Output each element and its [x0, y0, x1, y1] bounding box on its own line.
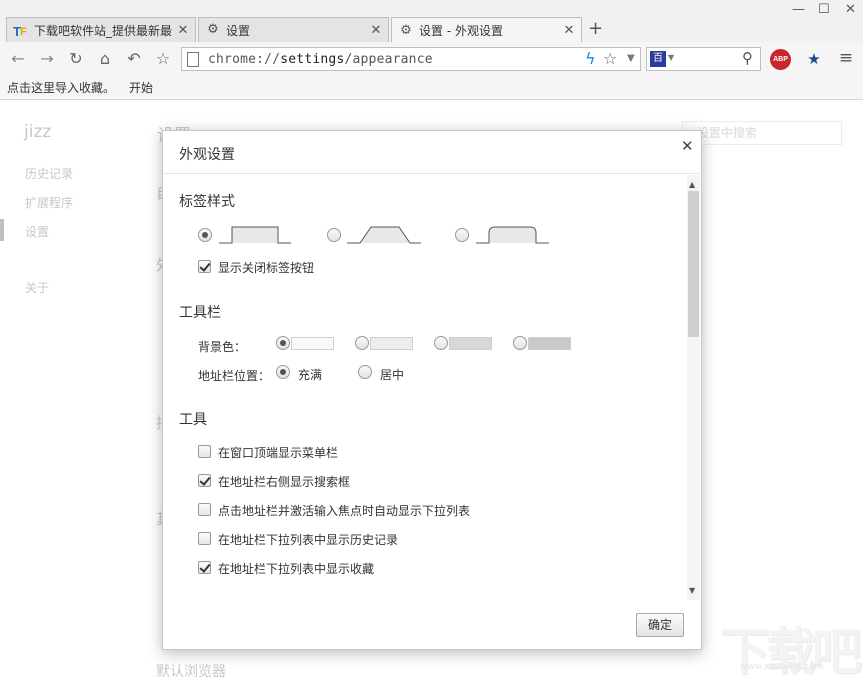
tab-appearance-settings[interactable]: ⚙ 设置 - 外观设置 ✕	[391, 17, 582, 43]
dropdown-history-checkbox[interactable]	[198, 532, 211, 545]
bookmark-start-link[interactable]: 开始	[129, 79, 153, 96]
appearance-dialog: 外观设置 ✕ 标签样式 显示关闭标签按钮 工具栏 背景色： 地址栏位置： 充满 …	[162, 130, 703, 650]
dialog-scrollbar[interactable]: ▲ ▼	[687, 175, 700, 600]
dropdown-favorites-checkbox[interactable]	[198, 561, 211, 574]
tab-close-icon[interactable]: ✕	[177, 23, 189, 38]
undo-close-icon[interactable]: ↶	[124, 49, 144, 69]
bg-color-swatch-4	[528, 337, 571, 350]
address-bar[interactable]: chrome://settings/appearance ϟ ☆ ▼	[181, 47, 641, 71]
bg-color-radio-2[interactable]	[355, 336, 369, 350]
tab-style-radio-rounded[interactable]	[455, 228, 469, 242]
bg-color-radio-4[interactable]	[513, 336, 527, 350]
address-center-radio[interactable]	[358, 365, 372, 379]
dialog-title: 外观设置	[179, 147, 235, 163]
address-center-label: 居中	[380, 368, 405, 382]
address-url[interactable]: chrome://settings/appearance	[208, 52, 433, 67]
home-icon[interactable]: ⌂	[95, 49, 115, 69]
bookmarks-bar: 点击这里导入收藏。 开始	[0, 76, 863, 100]
tab-settings[interactable]: ⚙ 设置 ✕	[198, 17, 389, 42]
dialog-close-icon[interactable]: ✕	[681, 137, 694, 155]
tab-style-trapezoid-preview	[347, 226, 421, 244]
dropdown-arrow-icon[interactable]: ▼	[627, 53, 635, 64]
scroll-down-arrow-icon[interactable]: ▼	[689, 586, 695, 595]
bg-color-swatch-2	[370, 337, 413, 350]
new-tab-button[interactable]: +	[588, 18, 603, 39]
scroll-thumb[interactable]	[688, 191, 699, 337]
bg-color-swatch-3	[449, 337, 492, 350]
bookmark-star-icon[interactable]: ☆	[153, 49, 173, 69]
menubar-checkbox[interactable]	[198, 445, 211, 458]
star-icon[interactable]: ☆	[603, 49, 617, 68]
menubar-label: 在窗口顶端显示菜单栏	[218, 446, 339, 460]
bg-color-radio-3[interactable]	[434, 336, 448, 350]
tools-heading: 工具	[179, 412, 207, 428]
tab-style-heading: 标签样式	[179, 194, 235, 210]
show-close-button-checkbox[interactable]	[198, 260, 211, 273]
address-fill-radio[interactable]	[276, 365, 290, 379]
baidu-paw-icon[interactable]: 百	[650, 51, 666, 67]
dialog-body: 标签样式 显示关闭标签按钮 工具栏 背景色： 地址栏位置： 充满 居中 工具 在…	[163, 173, 703, 601]
search-icon[interactable]: ⚲	[742, 49, 753, 67]
close-window-icon[interactable]: ✕	[845, 2, 856, 17]
show-close-button-label: 显示关闭标签按钮	[218, 261, 315, 275]
address-fill-label: 充满	[298, 368, 323, 382]
reload-icon[interactable]: ↻	[66, 49, 86, 69]
browser-toolbar: ← → ↻ ⌂ ↶ ☆ chrome://settings/appearance…	[0, 42, 863, 76]
dropdown-history-label: 在地址栏下拉列表中显示历史记录	[218, 533, 399, 547]
lightning-icon[interactable]: ϟ	[585, 49, 596, 68]
auto-dropdown-label: 点击地址栏并激活输入焦点时自动显示下拉列表	[218, 504, 471, 518]
auto-dropdown-checkbox[interactable]	[198, 503, 211, 516]
minimize-icon[interactable]: —	[792, 2, 805, 17]
tab-style-rounded-preview	[476, 226, 549, 244]
page-icon	[187, 52, 199, 67]
bg-color-label: 背景色：	[198, 340, 247, 354]
tab-style-radio-trapezoid[interactable]	[327, 228, 341, 242]
forward-arrow-icon[interactable]: →	[37, 49, 57, 69]
site-logo-icon: TF	[13, 24, 27, 39]
favorites-extension-icon[interactable]: ★	[804, 49, 824, 69]
tab-xiazaiba[interactable]: TF 下载吧软件站_提供最新最 ✕	[6, 17, 196, 42]
bg-color-radio-1[interactable]	[276, 336, 290, 350]
tab-close-icon[interactable]: ✕	[563, 23, 575, 38]
tab-title: 设置 - 外观设置	[419, 24, 503, 38]
tab-title: 下载吧软件站_提供最新最	[34, 23, 173, 38]
dropdown-favorites-label: 在地址栏下拉列表中显示收藏	[218, 562, 375, 576]
tab-strip: TF 下载吧软件站_提供最新最 ✕ ⚙ 设置 ✕ ⚙ 设置 - 外观设置 ✕ +…	[0, 0, 863, 43]
ok-button[interactable]: 确定	[636, 613, 684, 637]
adblock-plus-icon[interactable]: ABP	[770, 49, 791, 70]
scroll-up-arrow-icon[interactable]: ▲	[689, 180, 695, 189]
address-bar-position-label: 地址栏位置：	[198, 369, 271, 383]
gear-icon: ⚙	[207, 22, 219, 37]
searchbox-checkbox[interactable]	[198, 474, 211, 487]
search-box[interactable]: 百 ▼ ⚲	[646, 47, 761, 71]
tab-close-icon[interactable]: ✕	[370, 23, 382, 38]
tab-title: 设置	[226, 23, 251, 38]
bg-color-swatch-1	[291, 337, 334, 350]
bookmark-import-link[interactable]: 点击这里导入收藏。	[7, 79, 115, 96]
back-arrow-icon[interactable]: ←	[8, 49, 28, 69]
menu-icon[interactable]: ≡	[836, 48, 856, 68]
tab-style-rect-preview	[219, 226, 291, 244]
tab-style-radio-rect[interactable]	[198, 228, 212, 242]
gear-icon: ⚙	[400, 22, 412, 38]
maximize-icon[interactable]: ☐	[818, 2, 830, 17]
toolbar-heading: 工具栏	[179, 305, 221, 321]
searchbox-label: 在地址栏右侧显示搜索框	[218, 475, 351, 489]
engine-dropdown-icon[interactable]: ▼	[668, 53, 674, 62]
